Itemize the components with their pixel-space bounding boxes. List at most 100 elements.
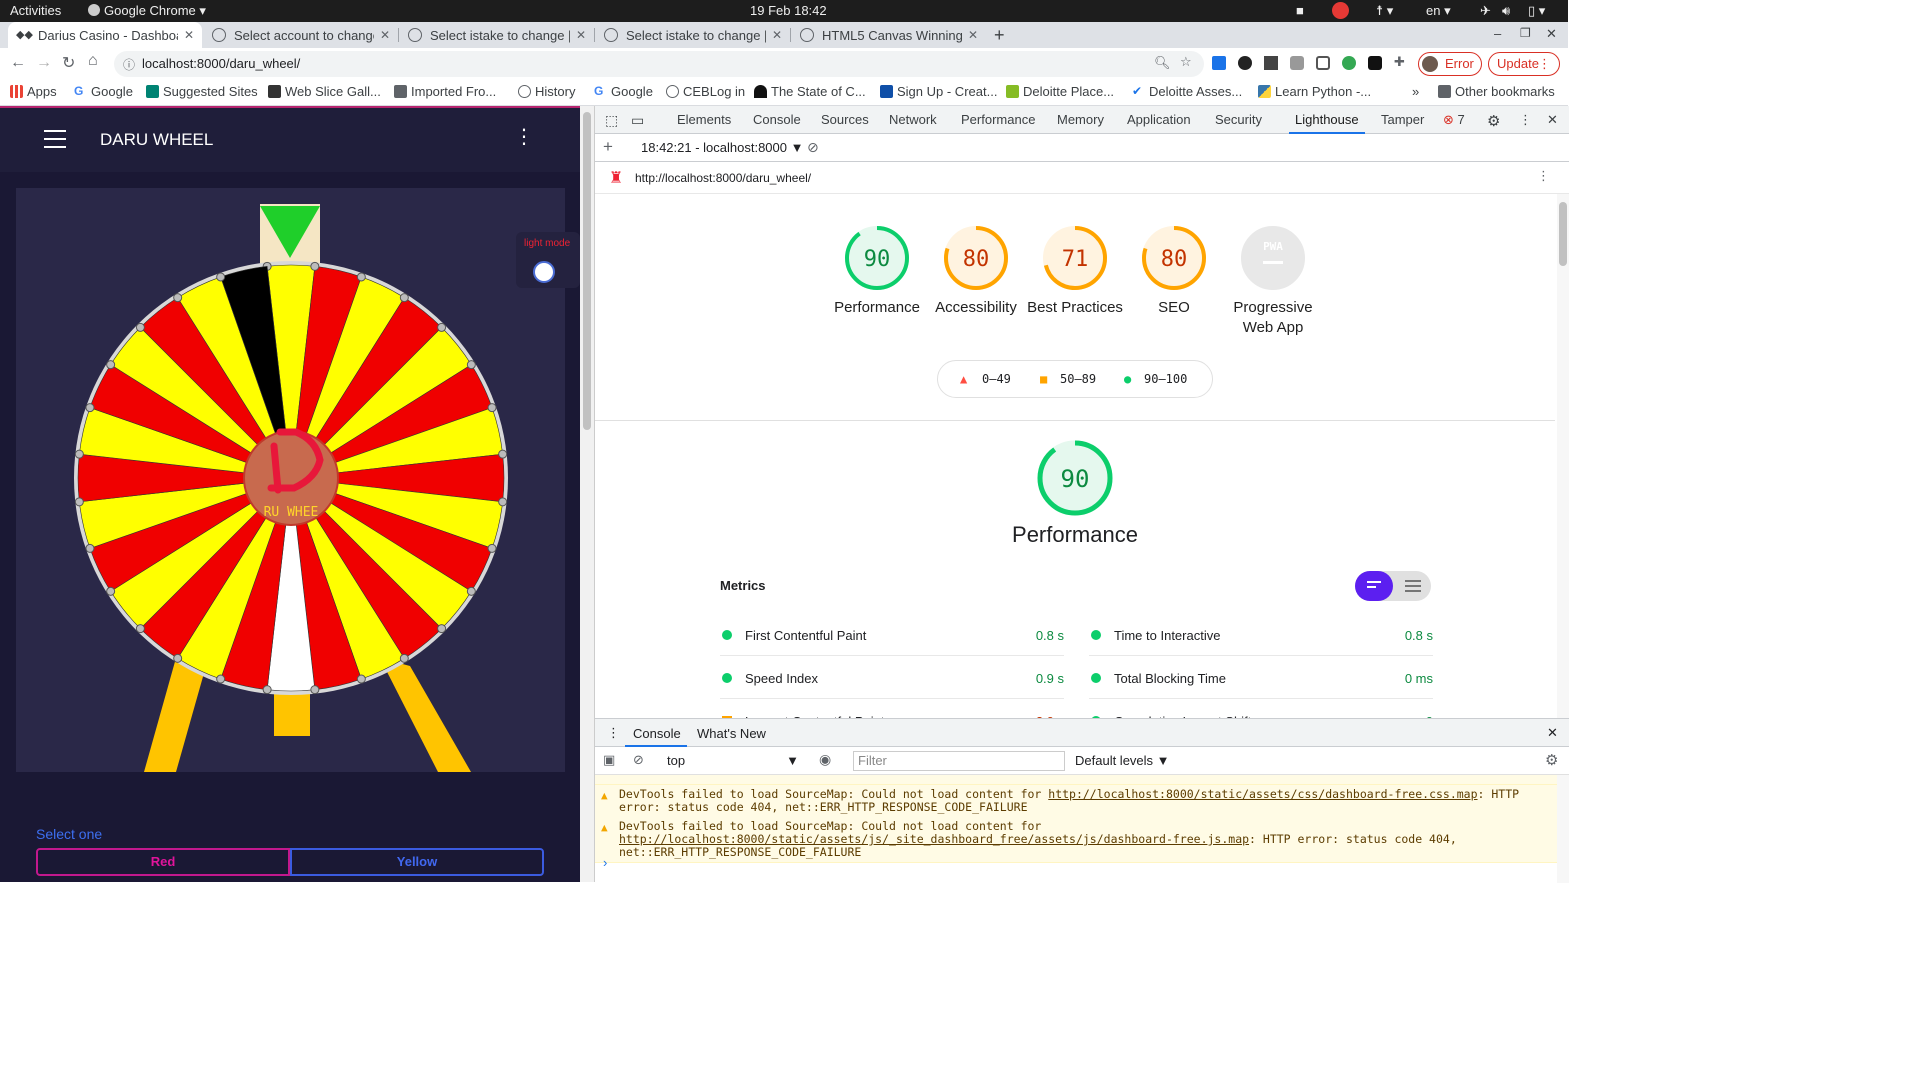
gauge-progressive-web-app[interactable]: PWA Progressive Web App — [1223, 224, 1323, 338]
gauge-best-practices[interactable]: 71 Best Practices — [1025, 224, 1125, 318]
home-icon[interactable]: ⌂ — [88, 52, 98, 70]
tab-elements[interactable]: Elements — [677, 112, 731, 127]
puzzle-icon[interactable]: ✚ — [1394, 54, 1405, 70]
context-select[interactable]: top ▼ — [667, 753, 799, 768]
console-settings-icon[interactable]: ⚙ — [1545, 751, 1558, 769]
hamburger-icon[interactable] — [44, 130, 66, 154]
tab-performance[interactable]: Performance — [961, 112, 1035, 127]
bookmark-learn-python[interactable]: Learn Python -... — [1258, 84, 1371, 99]
console-prompt[interactable]: › — [603, 855, 607, 870]
wheel-canvas[interactable]: RU WHEE — [16, 188, 565, 772]
bookmark-sign-up[interactable]: Sign Up - Creat... — [880, 84, 997, 99]
metrics-view-toggle[interactable] — [1355, 571, 1431, 601]
bookmark-star-icon[interactable]: ☆ — [1180, 54, 1192, 70]
yellow-button[interactable]: Yellow — [290, 848, 544, 876]
tab-darius-casino[interactable]: ◆◆ Darius Casino - Dashboard ✕ — [8, 22, 202, 48]
close-tab-icon[interactable]: ✕ — [772, 28, 782, 42]
sidebar-toggle-icon[interactable]: ▣ — [603, 752, 615, 768]
scrollbar-thumb[interactable] — [1559, 202, 1567, 266]
extension-icon-4[interactable] — [1342, 56, 1356, 70]
info-icon[interactable]: ⓘ — [123, 56, 135, 73]
extension-icon-2[interactable] — [1238, 56, 1252, 70]
scrollbar-thumb[interactable] — [583, 112, 591, 430]
tab-select-istake-2[interactable]: Select istake to change | D ✕ — [596, 22, 790, 48]
address-bar[interactable]: ⓘ localhost:8000/daru_wheel/ 🔍︎ ☆ — [114, 51, 1204, 77]
language-indicator[interactable]: en ▾ — [1426, 3, 1451, 19]
view-detail-icon[interactable] — [1405, 580, 1421, 592]
back-icon[interactable]: ← — [10, 54, 26, 72]
extension-icon-3[interactable] — [1264, 56, 1278, 70]
bookmark-google[interactable]: G Google — [74, 84, 133, 99]
close-window-icon[interactable]: ✕ — [1546, 26, 1557, 42]
light-mode-toggle[interactable]: light mode — [516, 232, 580, 288]
drawer-menu-icon[interactable]: ⋮ — [607, 725, 620, 741]
bookmark-state-of[interactable]: The State of C... — [754, 84, 866, 99]
report-url[interactable]: http://localhost:8000/daru_wheel/ — [635, 171, 811, 185]
device-toolbar-icon[interactable]: ▭ — [631, 112, 644, 129]
error-count-badge[interactable]: ⊗ 7 — [1443, 112, 1465, 128]
devtools-more-icon[interactable]: ⋮ — [1519, 112, 1532, 128]
airplane-icon[interactable]: ✈ — [1480, 3, 1491, 19]
report-scrollbar[interactable] — [1557, 194, 1569, 718]
extension-icon-1[interactable] — [1212, 56, 1226, 70]
page-scrollbar[interactable] — [580, 106, 594, 882]
bookmark-apps[interactable]: Apps — [10, 84, 57, 99]
battery-icon[interactable]: ▯ ▾ — [1528, 3, 1545, 19]
tab-lighthouse[interactable]: Lighthouse — [1289, 112, 1365, 134]
camera-icon[interactable]: ■ — [1296, 3, 1304, 18]
update-button[interactable]: Update ⋮ — [1488, 52, 1560, 76]
close-tab-icon[interactable]: ✕ — [576, 28, 586, 42]
bookmarks-overflow[interactable]: » — [1412, 84, 1419, 99]
tab-tamper[interactable]: Tamper — [1381, 112, 1424, 127]
profile-error-button[interactable]: Error — [1418, 52, 1482, 76]
volume-icon[interactable]: 🔊︎ — [1502, 3, 1510, 19]
bookmark-history[interactable]: History — [518, 84, 575, 99]
gauge-performance[interactable]: 90 Performance — [827, 224, 927, 318]
close-tab-icon[interactable]: ✕ — [968, 28, 978, 42]
close-devtools-icon[interactable]: ✕ — [1547, 112, 1558, 128]
report-menu-icon[interactable]: ⋮ — [1537, 168, 1550, 184]
tab-html5-canvas[interactable]: HTML5 Canvas Winning W ✕ — [792, 22, 986, 48]
extension-icon-5[interactable] — [1368, 56, 1382, 70]
camera-extension-icon[interactable] — [1290, 56, 1304, 70]
pocket-icon[interactable] — [1316, 56, 1330, 70]
forward-icon[interactable]: → — [36, 54, 52, 72]
bookmark-ceblog[interactable]: CEBLog in — [666, 84, 745, 99]
close-tab-icon[interactable]: ✕ — [380, 28, 390, 42]
bookmark-web-slice[interactable]: Web Slice Gall... — [268, 84, 381, 99]
console-scrollbar[interactable] — [1557, 775, 1569, 883]
tab-console[interactable]: Console — [753, 112, 801, 127]
drawer-tab-whats-new[interactable]: What's New — [697, 726, 766, 741]
dnd-icon[interactable] — [1332, 2, 1349, 22]
new-tab-button[interactable]: + — [994, 25, 1005, 46]
red-button[interactable]: Red — [36, 848, 290, 876]
tab-memory[interactable]: Memory — [1057, 112, 1104, 127]
drawer-tab-console[interactable]: Console — [633, 726, 681, 741]
accessibility-icon[interactable]: ☨ ▾ — [1376, 3, 1393, 19]
filter-input[interactable]: Filter — [853, 751, 1065, 771]
inspect-icon[interactable]: ⬚ — [605, 112, 618, 129]
tab-select-account[interactable]: Select account to change ✕ — [204, 22, 398, 48]
warning-link[interactable]: http://localhost:8000/static/assets/css/… — [1048, 787, 1477, 801]
tab-security[interactable]: Security — [1215, 112, 1262, 127]
tab-sources[interactable]: Sources — [821, 112, 869, 127]
activities-button[interactable]: Activities — [10, 3, 61, 18]
bookmark-imported[interactable]: Imported Fro... — [394, 84, 496, 99]
clear-icon[interactable]: ⊘ — [807, 139, 819, 156]
view-list-icon[interactable] — [1355, 571, 1393, 601]
reload-icon[interactable]: ↻ — [62, 53, 75, 73]
minimize-icon[interactable]: – — [1494, 26, 1501, 41]
tab-application[interactable]: Application — [1127, 112, 1191, 127]
tab-network[interactable]: Network — [889, 112, 937, 127]
gauge-seo[interactable]: 80 SEO — [1124, 224, 1224, 318]
restore-icon[interactable]: ❐ — [1520, 26, 1531, 40]
clear-console-icon[interactable]: ⊘ — [633, 752, 644, 768]
close-tab-icon[interactable]: ✕ — [184, 28, 194, 42]
bookmark-deloitte-place[interactable]: Deloitte Place... — [1006, 84, 1114, 99]
log-levels-select[interactable]: Default levels ▼ — [1075, 753, 1170, 768]
report-select[interactable]: 18:42:21 - localhost:8000 ▼ — [641, 140, 803, 155]
settings-gear-icon[interactable]: ⚙ — [1487, 112, 1500, 130]
new-report-icon[interactable]: + — [603, 137, 613, 157]
zoom-icon[interactable]: 🔍︎ — [1154, 55, 1171, 71]
clock[interactable]: 19 Feb 18:42 — [750, 3, 827, 18]
